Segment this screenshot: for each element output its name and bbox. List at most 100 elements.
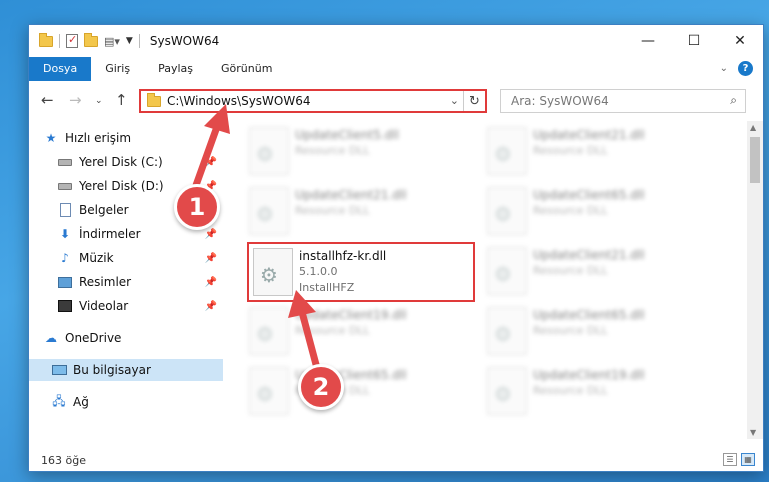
pin-icon[interactable]: 📌 [205,229,217,240]
new-folder-icon[interactable] [84,32,98,47]
dll-file-icon [487,247,527,295]
pin-icon[interactable]: 📌 [205,277,217,288]
dll-file-icon [487,127,527,175]
vertical-scrollbar[interactable]: ▲ ▼ [747,121,763,439]
file-description: Resource DLL [295,204,370,217]
nav-item-label: İndirmeler [79,227,141,241]
file-name: UpdateClient21.dll [295,188,407,202]
nav-item-network[interactable]: 🖧 Ağ [29,391,223,413]
up-arrow-icon[interactable]: ↑ [115,91,128,109]
details-view-icon[interactable]: ☰ [723,453,737,466]
address-path[interactable]: C:\Windows\SysWOW64 [167,94,311,108]
nav-item-label: Yerel Disk (D:) [79,179,164,193]
tab-share[interactable]: Paylaş [144,57,207,81]
nav-item-label: Resimler [79,275,132,289]
nav-item-quick-access[interactable]: ★ Hızlı erişim [29,127,223,149]
file-description: Resource DLL [533,264,608,277]
dll-file-icon [487,187,527,235]
customize-toolbar-chevron-icon[interactable]: ▼ [126,36,133,46]
pictures-icon [57,274,73,290]
back-arrow-icon[interactable]: ← [41,91,54,109]
view-options-icon[interactable]: ▤▾ [104,35,120,48]
address-bar[interactable]: C:\Windows\SysWOW64 ⌄ ↻ [139,89,487,113]
file-description: Resource DLL [533,384,608,397]
tab-home[interactable]: Giriş [91,57,144,81]
computer-icon [51,362,67,378]
scroll-down-icon[interactable]: ▼ [750,428,756,437]
step-badge-2: 2 [298,364,344,410]
large-icons-view-icon[interactable]: ▦ [741,453,755,466]
file-tile[interactable]: UpdateClient21.dll Resource DLL [249,187,475,243]
nav-item-label: Yerel Disk (C:) [79,155,163,169]
pin-icon[interactable]: 📌 [205,301,217,312]
scrollbar-thumb[interactable] [750,137,760,183]
nav-item-this-pc[interactable]: Bu bilgisayar [29,359,223,381]
nav-item-music[interactable]: ♪ Müzik 📌 [29,247,223,269]
view-toggle: ☰ ▦ [723,453,755,466]
search-icon[interactable]: ⌕ [730,93,737,108]
file-name: UpdateClient21.dll [533,248,645,262]
star-icon: ★ [45,131,57,145]
folder-icon [147,92,161,107]
nav-item-onedrive[interactable]: ☁ OneDrive [29,327,223,349]
file-tile[interactable]: UpdateClient65.dll Resource DLL [487,307,713,363]
file-name: UpdateClient21.dll [533,128,645,142]
nav-item-label: Hızlı erişim [65,131,132,145]
file-description: Resource DLL [533,204,608,217]
file-tile[interactable]: UpdateClient19.dll Resource DLL [249,307,475,363]
pin-icon[interactable]: 📌 [205,253,217,264]
address-dropdown-chevron-icon[interactable]: ⌄ [450,94,459,107]
dll-file-icon [249,307,289,355]
nav-item-pictures[interactable]: Resimler 📌 [29,271,223,293]
file-tile[interactable]: UpdateClient21.dll Resource DLL [487,247,713,303]
dll-file-icon [487,367,527,415]
pin-icon[interactable]: 📌 [205,157,217,168]
drive-icon [57,154,73,170]
dll-file-icon [253,248,293,296]
file-tile[interactable]: UpdateClient21.dll Resource DLL [487,127,713,183]
address-row: ← → ⌄ ↑ C:\Windows\SysWOW64 ⌄ ↻ Ara: Sys… [29,87,763,115]
tab-file[interactable]: Dosya [29,57,92,81]
search-input[interactable]: Ara: SysWOW64 ⌕ [500,89,746,113]
document-icon [57,202,73,218]
dll-file-icon [249,187,289,235]
videos-icon [57,298,73,314]
nav-item-label: Belgeler [79,203,129,217]
tab-view[interactable]: Görünüm [207,57,286,81]
nav-item-videos[interactable]: Videolar 📌 [29,295,223,317]
help-icon[interactable]: ? [738,61,753,76]
file-description: Resource DLL [295,324,370,337]
window-title: SysWOW64 [149,34,220,48]
highlighted-file[interactable]: installhfz-kr.dll 5.1.0.0 InstallHFZ [247,242,475,302]
file-name: UpdateClient65.dll [533,188,645,202]
file-tile[interactable]: installhfz-kr.dll 5.1.0.0 InstallHFZ [253,248,479,304]
maximize-button[interactable]: ☐ [671,25,717,57]
title-bar: ▤▾ ▼ SysWOW64 — ☐ ✕ [29,25,763,57]
ribbon-right-controls: ⌄ ? [720,61,753,76]
file-description: Resource DLL [533,144,608,157]
network-icon: 🖧 [52,393,66,408]
expand-ribbon-chevron-icon[interactable]: ⌄ [720,63,728,74]
file-tile[interactable]: UpdateClient19.dll Resource DLL [487,367,713,423]
close-button[interactable]: ✕ [717,25,763,57]
scroll-up-icon[interactable]: ▲ [750,123,756,132]
file-name: UpdateClient19.dll [533,368,645,382]
nav-item-label: Videolar [79,299,129,313]
refresh-button[interactable]: ↻ [463,91,485,111]
forward-arrow-icon[interactable]: → [69,91,82,109]
file-tile[interactable]: UpdateClient65.dll Resource DLL [249,367,475,423]
minimize-button[interactable]: — [625,25,671,57]
nav-item-local-disk-c[interactable]: Yerel Disk (C:) 📌 [29,151,223,173]
properties-icon[interactable] [66,33,78,48]
file-tile[interactable]: UpdateClient5.dll Resource DLL [249,127,475,183]
file-name: UpdateClient19.dll [295,308,407,322]
window-controls: — ☐ ✕ [625,25,763,57]
drive-icon [57,178,73,194]
dll-file-icon [487,307,527,355]
nav-item-label: Bu bilgisayar [73,363,151,377]
download-icon: ⬇ [59,227,71,241]
recent-locations-chevron-icon[interactable]: ⌄ [95,96,103,106]
cloud-icon: ☁ [45,331,57,345]
navigation-pane: ★ Hızlı erişim Yerel Disk (C:) 📌 Yerel D… [29,121,223,437]
file-tile[interactable]: UpdateClient65.dll Resource DLL [487,187,713,243]
